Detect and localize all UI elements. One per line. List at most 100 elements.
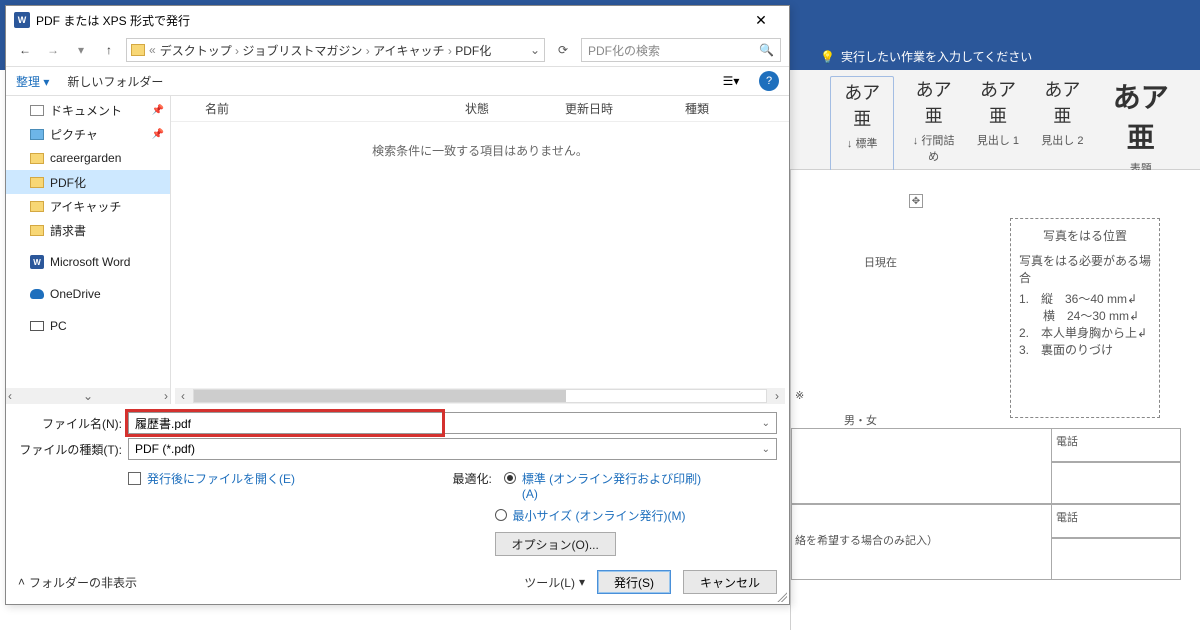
tree-item-label: OneDrive <box>50 287 101 301</box>
view-menu[interactable]: ☰▾ <box>721 71 741 91</box>
tree-item[interactable]: careergarden <box>6 146 170 170</box>
recent-dropdown[interactable]: ▾ <box>70 39 92 61</box>
dialog-title: PDF または XPS 形式で発行 <box>36 12 741 29</box>
photo-note-line: 2. 本人単身胸から上↲ <box>1019 324 1151 341</box>
tree-item[interactable]: アイキャッチ <box>6 194 170 218</box>
breadcrumb[interactable]: « デスクトップ › ジョブリストマガジン › アイキャッチ › PDF化 ⌄ <box>126 38 545 62</box>
bulb-icon: 💡 <box>820 50 835 64</box>
doc-empty-1 <box>1051 462 1181 504</box>
optimize-min-radio[interactable] <box>495 509 507 521</box>
search-icon: 🔍 <box>759 43 774 57</box>
cancel-button[interactable]: キャンセル <box>683 570 777 594</box>
tree-item[interactable]: ドキュメント 📌 <box>6 98 170 122</box>
folder-icon <box>30 201 44 212</box>
style-tile[interactable]: あア亜見出し 2 <box>1037 76 1087 176</box>
folder-icon <box>131 44 145 56</box>
tree-item[interactable]: PDF化 <box>6 170 170 194</box>
breadcrumb-item[interactable]: デスクトップ <box>160 44 232 58</box>
anchor-icon: ✥ <box>909 194 923 208</box>
tree-item[interactable]: WMicrosoft Word <box>6 250 170 274</box>
doc-icon <box>30 105 44 116</box>
organize-menu[interactable]: 整理 ▾ <box>16 73 49 90</box>
list-header[interactable]: 名前 状態 更新日時 種類 <box>171 96 789 122</box>
sidebar-scrollbar[interactable]: ‹⌄› <box>6 388 170 404</box>
toolbar: 整理 ▾ 新しいフォルダー ☰▾ ? <box>6 66 789 96</box>
tree-item-label: PC <box>50 319 67 333</box>
col-date[interactable]: 更新日時 <box>565 100 685 117</box>
chevron-up-icon: ˄ <box>18 575 25 589</box>
col-name[interactable]: 名前 <box>205 100 465 117</box>
folder-icon <box>30 153 44 164</box>
pc-icon <box>30 321 44 331</box>
tree-item-label: ピクチャ <box>50 126 98 143</box>
search-placeholder: PDF化の検索 <box>588 42 660 59</box>
refresh-button[interactable]: ⟳ <box>551 38 575 62</box>
dialog-bottom: ファイル名(N): ⌄ ファイルの種類(T): PDF (*.pdf) ⌄ 発行… <box>6 404 789 604</box>
open-after-checkbox[interactable]: 発行後にファイルを開く(E) <box>128 470 295 487</box>
pin-icon: 📌 <box>152 105 164 116</box>
doc-phone-2: 電話 <box>1051 504 1181 538</box>
style-tile[interactable]: あア亜↓ 行間詰め <box>908 76 958 176</box>
pin-icon: 📌 <box>152 129 164 140</box>
breadcrumb-item[interactable]: ジョブリストマガジン <box>242 44 362 58</box>
forward-button[interactable]: → <box>42 39 64 61</box>
optimize-standard-label: 標準 (オンライン発行および印刷)(A) <box>522 470 702 501</box>
search-input[interactable]: PDF化の検索 🔍 <box>581 38 781 62</box>
open-after-label: 発行後にファイルを開く(E) <box>147 470 295 487</box>
horizontal-scrollbar[interactable]: ‹› <box>175 388 785 404</box>
chevron-down-icon[interactable]: ⌄ <box>762 444 770 455</box>
word-icon: W <box>14 12 30 28</box>
col-type[interactable]: 種類 <box>685 100 765 117</box>
style-tile[interactable]: あア亜↓ 標準 <box>830 76 894 176</box>
publish-dialog: W PDF または XPS 形式で発行 ✕ ← → ▾ ↑ « デスクトップ ›… <box>5 5 790 605</box>
style-label: 見出し 1 <box>973 132 1023 148</box>
up-button[interactable]: ↑ <box>98 39 120 61</box>
photo-note-line: 横 24～30 mm↲ <box>1019 307 1151 324</box>
filetype-value: PDF (*.pdf) <box>135 442 195 456</box>
back-button[interactable]: ← <box>14 39 36 61</box>
style-sample: あア亜 <box>1037 76 1087 128</box>
tools-label: ツール(L) <box>524 574 575 591</box>
optimize-min-label: 最小サイズ (オンライン発行)(M) <box>513 507 686 524</box>
photo-note-line: 1. 縦 36～40 mm↲ <box>1019 290 1151 307</box>
photo-placeholder: 写真をはる位置 写真をはる必要がある場合 1. 縦 36～40 mm↲ 横 24… <box>1010 218 1160 418</box>
doc-big-cell-1 <box>791 428 1051 504</box>
tree-item-label: ドキュメント <box>50 102 122 119</box>
optimize-label: 最適化: <box>453 470 492 487</box>
tools-menu[interactable]: ツール(L) ▾ <box>524 574 585 591</box>
filename-field[interactable] <box>135 416 762 430</box>
options-button[interactable]: オプション(O)... <box>495 532 616 556</box>
breadcrumb-item[interactable]: PDF化 <box>455 44 491 58</box>
help-button[interactable]: ? <box>759 71 779 91</box>
new-folder-button[interactable]: 新しいフォルダー <box>67 73 163 90</box>
style-label: 見出し 2 <box>1037 132 1087 148</box>
pic-icon <box>30 129 44 140</box>
style-label: ↓ 標準 <box>837 135 887 151</box>
publish-button[interactable]: 発行(S) <box>597 570 671 594</box>
style-tile[interactable]: あア亜見出し 1 <box>973 76 1023 176</box>
resize-grip[interactable] <box>775 590 787 602</box>
tree-item-label: PDF化 <box>50 174 86 191</box>
tree-item[interactable]: 請求書 <box>6 218 170 242</box>
ribbon-styles: あア亜↓ 標準あア亜↓ 行間詰めあア亜見出し 1あア亜見出し 2あア亜表題 スタ… <box>790 70 1200 170</box>
close-button[interactable]: ✕ <box>741 12 781 29</box>
tree-item[interactable]: PC <box>6 314 170 338</box>
tree-item-label: Microsoft Word <box>50 255 130 269</box>
tree-item[interactable]: ピクチャ 📌 <box>6 122 170 146</box>
tell-me-search[interactable]: 💡 実行したい作業を入力してください <box>820 48 1032 65</box>
tree-item[interactable]: OneDrive <box>6 282 170 306</box>
chevron-down-icon[interactable]: ⌄ <box>762 418 770 429</box>
hide-folders-toggle[interactable]: ˄ フォルダーの非表示 <box>18 574 137 591</box>
file-list: 名前 状態 更新日時 種類 検索条件に一致する項目はありません。 ‹› <box>171 96 789 404</box>
empty-message: 検索条件に一致する項目はありません。 <box>171 142 789 159</box>
checkbox-icon <box>128 472 141 485</box>
chevron-down-icon: ▾ <box>579 575 585 589</box>
optimize-standard-radio[interactable] <box>504 472 516 484</box>
doc-phone-1: 電話 <box>1051 428 1181 462</box>
style-tile[interactable]: あア亜表題 <box>1102 76 1180 176</box>
photo-note-line: 3. 裏面のりづけ <box>1019 341 1151 358</box>
filetype-select[interactable]: PDF (*.pdf) ⌄ <box>128 438 777 460</box>
col-status[interactable]: 状態 <box>465 100 565 117</box>
filename-input[interactable]: ⌄ <box>128 412 777 434</box>
breadcrumb-item[interactable]: アイキャッチ <box>373 44 444 58</box>
